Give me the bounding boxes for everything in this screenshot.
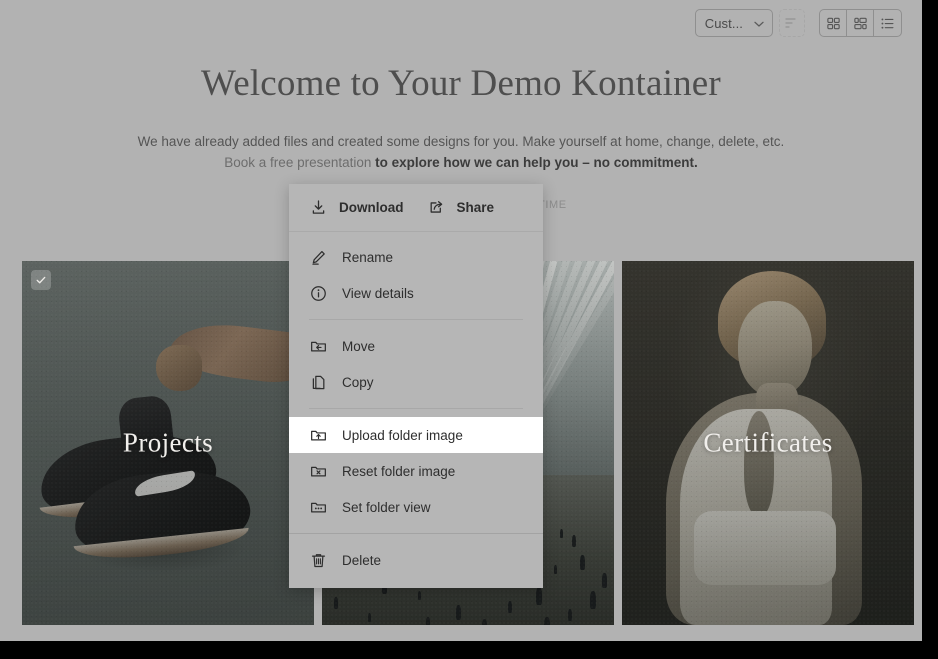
sort-select-value: Cust... xyxy=(705,16,743,31)
folder-card-projects[interactable]: Projects xyxy=(22,261,314,625)
grid-large-icon xyxy=(853,16,868,31)
sort-select[interactable]: Cust... xyxy=(695,9,773,37)
set-folder-view-menu-item-label: Set folder view xyxy=(342,500,431,515)
copy-menu-item[interactable]: Copy xyxy=(289,364,543,400)
move-menu-item[interactable]: Move xyxy=(289,328,543,364)
set-folder-view-menu-item[interactable]: Set folder view xyxy=(289,489,543,525)
page-title: Welcome to Your Demo Kontainer xyxy=(0,62,922,105)
delete-menu-item-label: Delete xyxy=(342,553,381,568)
folder-card-label: Projects xyxy=(22,428,314,459)
chevron-down-icon xyxy=(753,18,763,28)
view-mode-grid-large-button[interactable] xyxy=(847,10,874,36)
context-menu-header: Download Share xyxy=(289,184,543,232)
hero-subtitle-line1: We have already added files and created … xyxy=(0,131,922,152)
download-menu-item-label: Download xyxy=(339,200,404,215)
sort-ascending-icon xyxy=(785,16,799,30)
download-icon xyxy=(309,198,328,217)
view-toolbar: Cust... xyxy=(695,9,902,37)
delete-menu-item[interactable]: Delete xyxy=(289,542,543,578)
rename-menu-item-label: Rename xyxy=(342,250,393,265)
hero-subtitle-bold: to explore how we can help you – no comm… xyxy=(375,155,698,170)
share-menu-item-label: Share xyxy=(457,200,495,215)
view-details-menu-item[interactable]: View details xyxy=(289,275,543,311)
grid-small-icon xyxy=(826,16,841,31)
folder-view-icon xyxy=(309,498,328,517)
menu-divider xyxy=(289,533,543,534)
list-view-icon xyxy=(880,16,895,31)
info-circle-icon xyxy=(309,284,328,303)
folder-move-icon xyxy=(309,337,328,356)
view-mode-list-button[interactable] xyxy=(874,10,901,36)
menu-divider xyxy=(309,319,523,320)
upload-folder-image-menu-item-label: Upload folder image xyxy=(342,428,463,443)
view-mode-grid-small-button[interactable] xyxy=(820,10,847,36)
context-menu: Download Share xyxy=(289,184,543,588)
reset-folder-image-menu-item-label: Reset folder image xyxy=(342,464,455,479)
view-mode-group xyxy=(819,9,902,37)
copy-icon xyxy=(309,373,328,392)
download-menu-item[interactable]: Download xyxy=(299,188,417,228)
folder-upload-icon xyxy=(309,426,328,445)
share-menu-item[interactable]: Share xyxy=(417,188,508,228)
trash-icon xyxy=(309,551,328,570)
hero-subtitle-line2: Book a free presentation to explore how … xyxy=(0,152,922,173)
share-icon xyxy=(427,198,446,217)
move-menu-item-label: Move xyxy=(342,339,375,354)
folder-card-certificates[interactable]: Certificates xyxy=(622,261,914,625)
hero-subtitle: We have already added files and created … xyxy=(0,131,922,173)
sort-controls: Cust... xyxy=(695,9,805,37)
check-icon xyxy=(35,274,47,286)
app-window: Welcome to Your Demo Kontainer We have a… xyxy=(0,0,922,641)
reset-folder-image-menu-item[interactable]: Reset folder image xyxy=(289,453,543,489)
copy-menu-item-label: Copy xyxy=(342,375,374,390)
book-presentation-link[interactable]: Book a free presentation xyxy=(224,155,371,170)
folder-card-label: Certificates xyxy=(622,428,914,459)
sort-direction-button[interactable] xyxy=(779,9,805,37)
frame-bottom-edge xyxy=(0,641,938,659)
folder-reset-icon xyxy=(309,462,328,481)
view-details-menu-item-label: View details xyxy=(342,286,414,301)
rename-menu-item[interactable]: Rename xyxy=(289,239,543,275)
upload-folder-image-menu-item[interactable]: Upload folder image xyxy=(289,417,543,453)
pencil-icon xyxy=(309,248,328,267)
card-select-checkbox[interactable] xyxy=(31,270,51,290)
menu-divider xyxy=(309,408,523,409)
frame-right-edge xyxy=(922,0,938,659)
context-menu-body: Rename View details xyxy=(289,232,543,578)
